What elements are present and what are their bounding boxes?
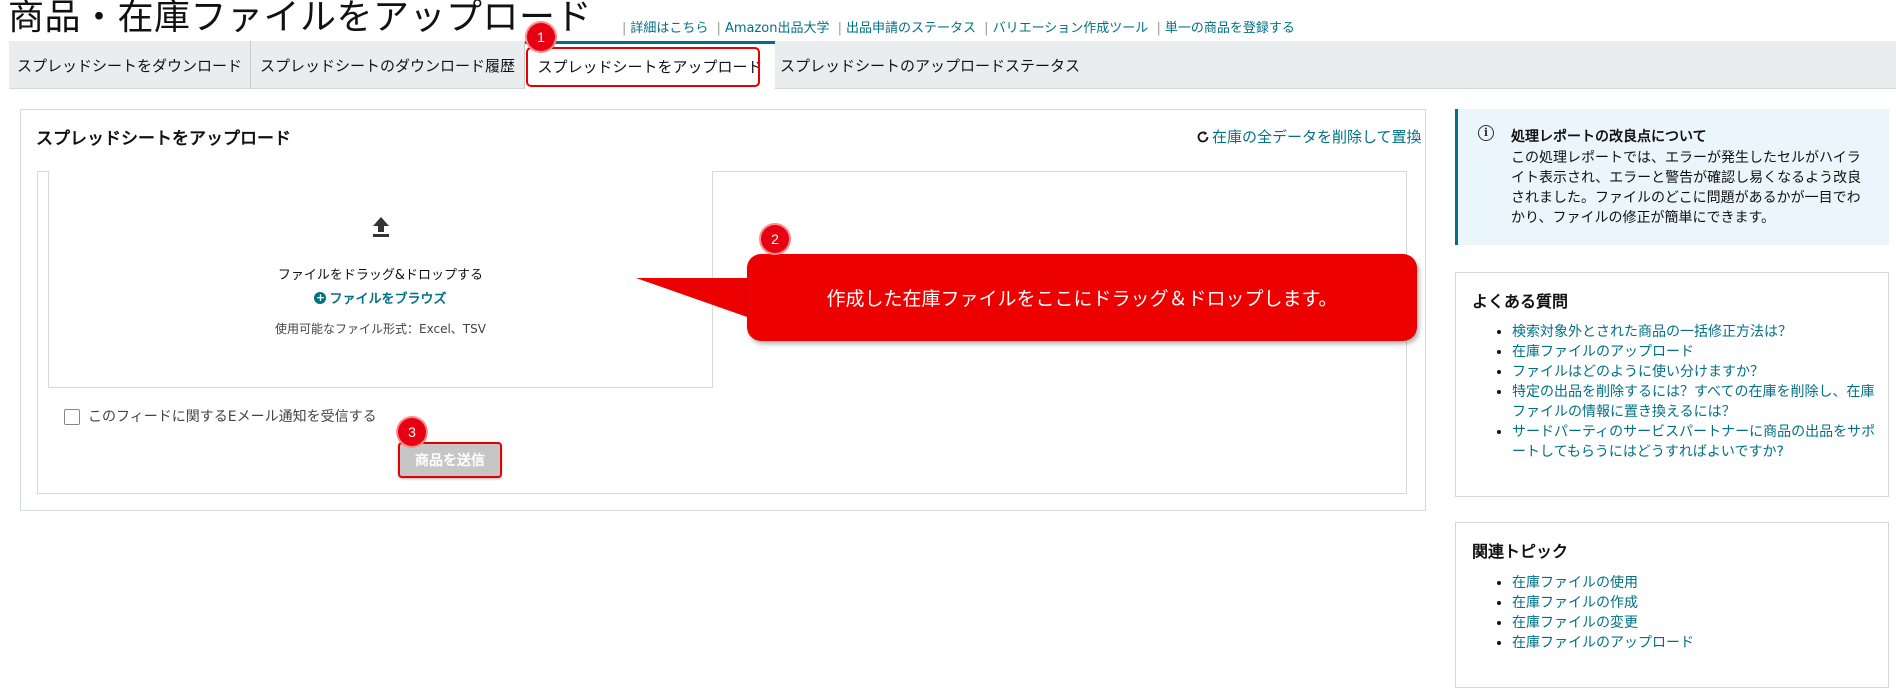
faq-item[interactable]: 特定の出品を削除するには？すべての在庫を削除し、在庫ファイルの情報に置き換えるに… <box>1512 382 1876 422</box>
faq-item[interactable]: 検索対象外とされた商品の一括修正方法は？ <box>1512 322 1876 342</box>
link-variation-tool[interactable]: バリエーション作成ツール <box>993 21 1149 36</box>
related-topic-item[interactable]: 在庫ファイルのアップロード <box>1512 633 1876 653</box>
page-title: 商品・在庫ファイルをアップロード <box>8 0 593 38</box>
link-single-product[interactable]: 単一の商品を登録する <box>1165 21 1295 36</box>
annotation-badge-2: 2 <box>761 225 789 253</box>
faq-list: 検索対象外とされた商品の一括修正方法は？ 在庫ファイルのアップロード ファイルは… <box>1496 322 1876 462</box>
annotation-badge-1: 1 <box>527 23 555 51</box>
link-application-status[interactable]: 出品申請のステータス <box>846 21 976 36</box>
related-topics-title: 関連トピック <box>1472 542 1569 561</box>
related-topic-item[interactable]: 在庫ファイルの使用 <box>1512 573 1876 593</box>
link-separator: | <box>1156 21 1161 36</box>
tab-upload-status[interactable]: スプレッドシートのアップロードステータス <box>775 41 1085 89</box>
header-links: | 詳細はこちら | Amazon出品大学 | 出品申請のステータス | バリエーション… <box>618 17 1295 36</box>
callout-pointer <box>636 278 750 318</box>
info-body: この処理レポートでは、エラーが発生したセルがハイライト表示され、エラーと警告が確… <box>1511 150 1862 226</box>
email-notify-label: このフィードに関するEメール通知を受信する <box>88 409 377 425</box>
upload-icon <box>373 217 389 237</box>
link-details[interactable]: 詳細はこちら <box>630 21 708 36</box>
upload-heading: スプレッドシートをアップロード <box>36 129 291 149</box>
link-separator: | <box>837 21 843 36</box>
faq-item[interactable]: ファイルはどのように使い分けますか？ <box>1512 362 1876 382</box>
related-topic-item[interactable]: 在庫ファイルの変更 <box>1512 613 1876 633</box>
email-notify-checkbox[interactable] <box>64 409 80 425</box>
drag-drop-text: ファイルをドラッグ&ドロップする <box>277 268 484 283</box>
browse-file-label: ファイルをブラウズ <box>329 292 447 307</box>
link-separator: | <box>984 21 989 36</box>
tab-download-spreadsheet[interactable]: スプレッドシートをダウンロード <box>9 41 251 89</box>
annotation-callout: 作成した在庫ファイルをここにドラッグ＆ドロップします。 <box>747 254 1417 341</box>
faq-item[interactable]: サードパーティのサービスパートナーに商品の出品をサポートしてもらうにはどうすれば… <box>1512 422 1876 462</box>
info-title: 処理レポートの改良点について <box>1511 129 1707 145</box>
faq-title: よくある質問 <box>1472 292 1569 311</box>
plus-circle-icon: + <box>314 290 327 304</box>
link-separator: | <box>716 21 721 36</box>
replace-all-label: 在庫の全データを削除して置換 <box>1212 128 1422 146</box>
file-formats-text: 使用可能なファイル形式：Excel、TSV <box>275 322 486 336</box>
tab-upload-spreadsheet[interactable]: スプレッドシートをアップロード <box>525 41 775 89</box>
related-topic-item[interactable]: 在庫ファイルの作成 <box>1512 593 1876 613</box>
related-topics-list: 在庫ファイルの使用 在庫ファイルの作成 在庫ファイルの変更 在庫ファイルのアップ… <box>1496 573 1876 653</box>
link-amazon-university[interactable]: Amazon出品大学 <box>725 21 830 36</box>
annotation-badge-3: 3 <box>398 418 426 446</box>
tab-download-history[interactable]: スプレッドシートのダウンロード履歴 <box>251 41 525 89</box>
submit-products-button[interactable]: 商品を送信 <box>398 442 502 478</box>
browse-file-link[interactable]: + ファイルをブラウズ <box>48 288 713 307</box>
faq-item[interactable]: 在庫ファイルのアップロード <box>1512 342 1876 362</box>
tab-bar: スプレッドシートをダウンロード スプレッドシートのダウンロード履歴 スプレッドシ… <box>9 41 1896 89</box>
info-icon: i <box>1478 125 1494 141</box>
link-separator: | <box>622 21 627 36</box>
replace-all-link[interactable]: 在庫の全データを削除して置換 <box>1196 126 1422 147</box>
refresh-icon <box>1197 130 1209 142</box>
